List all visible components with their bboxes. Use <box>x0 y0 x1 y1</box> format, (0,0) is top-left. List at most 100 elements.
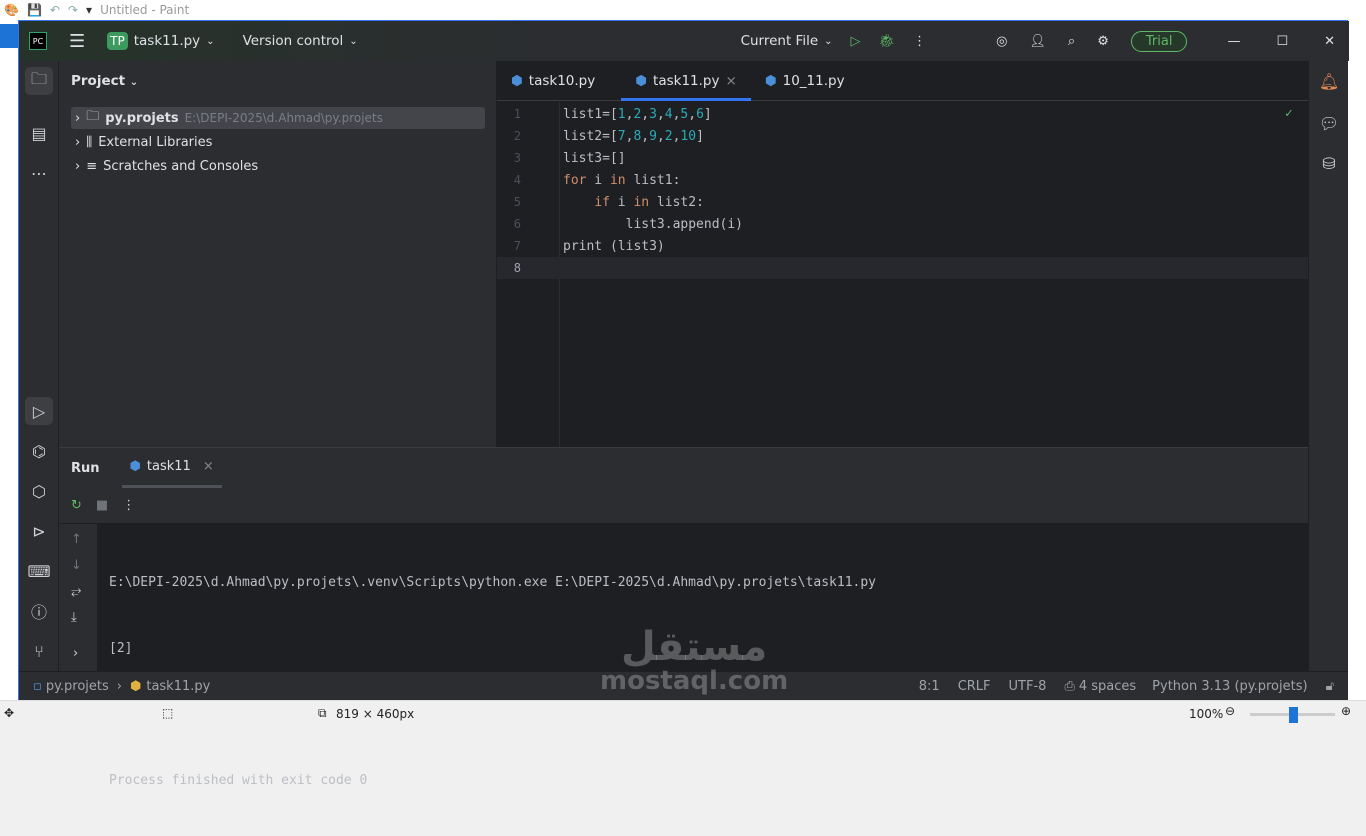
zoom-in-button[interactable]: ⊕ <box>1341 704 1351 718</box>
tab-task11[interactable]: ⬢ task11.py × <box>621 61 751 101</box>
line-number: 8 <box>513 261 521 275</box>
zoom-slider-thumb[interactable] <box>1288 707 1298 723</box>
chevron-right-icon: › <box>75 134 81 150</box>
close-tab-icon[interactable]: × <box>726 73 737 89</box>
tree-item-label: External Libraries <box>98 134 213 150</box>
close-window-button[interactable]: ✕ <box>1324 34 1335 49</box>
chevron-down-icon: ⌄ <box>349 35 358 47</box>
project-panel: Project ⌄ › 🗀 py.projets E:\DEPI-2025\d.A… <box>59 61 497 447</box>
chevron-right-icon: › <box>75 110 81 126</box>
python-packages-icon[interactable]: ⬡ <box>25 477 53 505</box>
main-menu-icon[interactable]: ☰ <box>69 31 85 52</box>
title-bar: PC ☰ TP task11.py ⌄ Version control ⌄ Curr… <box>19 21 1349 61</box>
problems-icon[interactable]: ⓘ <box>25 597 53 625</box>
tab-task10[interactable]: ⬢ task10.py <box>497 61 609 100</box>
run-toolbar: ↻ ■ ⋮ <box>59 488 1308 524</box>
ai-chat-icon[interactable]: 💬︎ <box>1315 109 1343 137</box>
selection-size-icon: ⬚ <box>162 706 174 720</box>
code-editor[interactable]: ✓ 1 list1=[1,2,3,4,5,6] 2 list2=[7,8,9,2,1… <box>497 102 1308 447</box>
maximize-button[interactable]: ☐ <box>1276 34 1288 49</box>
watermark: مستقل mostaql.com <box>600 627 789 698</box>
python-console-icon[interactable]: ⌬ <box>25 437 53 465</box>
close-run-tab-icon[interactable]: × <box>203 459 214 474</box>
ai-assistant-icon[interactable]: ◎ <box>996 34 1007 49</box>
line-number: 3 <box>513 151 521 165</box>
tree-item-scratches[interactable]: › ≡ Scratches and Consoles <box>71 155 485 177</box>
services-icon[interactable]: ⊳ <box>25 517 53 545</box>
lock-icon[interactable]: 🔓︎ <box>1326 679 1334 694</box>
settings-icon[interactable]: ⚙ <box>1097 34 1109 49</box>
more-icon[interactable]: ⋮ <box>122 498 135 513</box>
code-line: 2 list2=[7,8,9,2,10] <box>497 125 1308 147</box>
save-icon[interactable]: 💾 <box>27 3 42 17</box>
expand-icon[interactable]: › <box>73 646 78 661</box>
project-selector[interactable]: TP task11.py ⌄ <box>107 32 215 50</box>
project-panel-header[interactable]: Project ⌄ <box>71 73 138 89</box>
paint-status-bar: ✥ ⬚ ⧉ 819 × 460px 100% ⊖ ⊕ <box>0 700 1366 725</box>
tree-item-root[interactable]: › 🗀 py.projets E:\DEPI-2025\d.Ahmad\py.pr… <box>71 107 485 129</box>
pycharm-logo-icon: PC <box>29 32 47 50</box>
image-dimensions: 819 × 460px <box>336 707 415 721</box>
run-tool-icon[interactable]: ▷ <box>25 397 53 425</box>
zoom-slider[interactable] <box>1250 707 1335 723</box>
add-user-icon[interactable]: 👤︎ <box>1029 34 1046 49</box>
search-icon[interactable]: ⌕ <box>1068 34 1075 49</box>
scroll-down-icon[interactable]: ↓ <box>71 558 82 573</box>
project-folder-icon[interactable]: 🗀 <box>25 67 53 95</box>
debug-icon[interactable]: 🐞︎ <box>879 34 896 49</box>
pycharm-window: PC ☰ TP task11.py ⌄ Version control ⌄ Curr… <box>18 20 1349 788</box>
tab-10_11[interactable]: ⬢ 10_11.py <box>751 61 859 100</box>
code-line-current: 8 <box>497 257 1308 279</box>
line-separator[interactable]: CRLF <box>958 679 991 694</box>
more-icon[interactable]: ⋮ <box>913 34 926 49</box>
soft-wrap-icon[interactable]: ⥂ <box>71 584 81 599</box>
scroll-up-icon[interactable]: ↑ <box>71 532 82 547</box>
notifications-icon[interactable]: 🔔︎ <box>1315 67 1343 95</box>
scroll-to-end-icon[interactable]: ⤓ <box>71 610 77 625</box>
editor-tabs: ⬢ task10.py ⬢ task11.py × ⬢ 10_11.py <box>497 61 1308 101</box>
python-file-icon: ⬢ <box>511 72 523 89</box>
breadcrumb-file[interactable]: task11.py <box>146 679 210 694</box>
redo-icon[interactable]: ↷ <box>68 3 78 17</box>
project-panel-title: Project <box>71 73 126 89</box>
rerun-icon[interactable]: ↻ <box>71 498 82 513</box>
undo-icon[interactable]: ↶ <box>50 3 60 17</box>
stop-icon[interactable]: ■ <box>96 498 108 513</box>
customize-icon[interactable]: ▾ <box>86 3 92 17</box>
more-tools-icon[interactable]: ⋯ <box>25 159 53 187</box>
python-file-icon: ⬢ <box>764 72 777 89</box>
console-exit-line: Process finished with exit code 0 <box>109 773 368 788</box>
code-line: 4 for i in list1: <box>497 169 1308 191</box>
structure-icon[interactable]: ▤ <box>25 119 53 147</box>
run-config-selector[interactable]: Current File ⌄ <box>741 33 833 49</box>
library-icon: ⫼ <box>86 134 93 150</box>
file-encoding[interactable]: UTF-8 <box>1009 679 1047 694</box>
cursor-position-icon: ✥ <box>4 706 15 720</box>
zoom-out-button[interactable]: ⊖ <box>1225 704 1235 718</box>
chevron-right-icon: › <box>75 158 81 174</box>
trial-button[interactable]: Trial <box>1130 30 1188 52</box>
run-icon[interactable]: ▷ <box>851 34 861 49</box>
python-file-icon: ⬢ <box>129 459 141 474</box>
run-config-label: Current File <box>740 33 819 49</box>
breadcrumb-project[interactable]: py.projets <box>46 679 109 694</box>
run-tab-task11[interactable]: ⬢ task11 × <box>121 448 222 488</box>
git-icon[interactable]: ⑂ <box>25 637 53 665</box>
terminal-icon[interactable]: ⌨ <box>25 557 53 585</box>
tab-label: 10_11.py <box>782 72 845 89</box>
line-number: 1 <box>513 107 521 121</box>
code-line: 6 list3.append(i) <box>497 213 1308 235</box>
watermark-latin: mostaql.com <box>600 666 789 696</box>
run-panel-title: Run <box>71 460 100 476</box>
vcs-selector[interactable]: Version control ⌄ <box>243 33 358 49</box>
caret-position[interactable]: 8:1 <box>919 679 940 694</box>
code-line: 1 list1=[1,2,3,4,5,6] <box>497 103 1308 125</box>
chevron-down-icon: ⌄ <box>206 35 215 47</box>
indent-setting[interactable]: 4 spaces <box>1079 679 1136 694</box>
minimize-button[interactable]: — <box>1227 34 1240 49</box>
tree-item-external-libraries[interactable]: › ⫼ External Libraries <box>71 131 485 153</box>
line-number: 2 <box>513 129 521 143</box>
python-interpreter[interactable]: Python 3.13 (py.projets) <box>1152 679 1307 694</box>
paint-title-bar: 🎨 💾 ↶ ↷ ▾ Untitled - Paint <box>0 0 1366 20</box>
database-icon[interactable]: ⛁ <box>1315 149 1343 177</box>
